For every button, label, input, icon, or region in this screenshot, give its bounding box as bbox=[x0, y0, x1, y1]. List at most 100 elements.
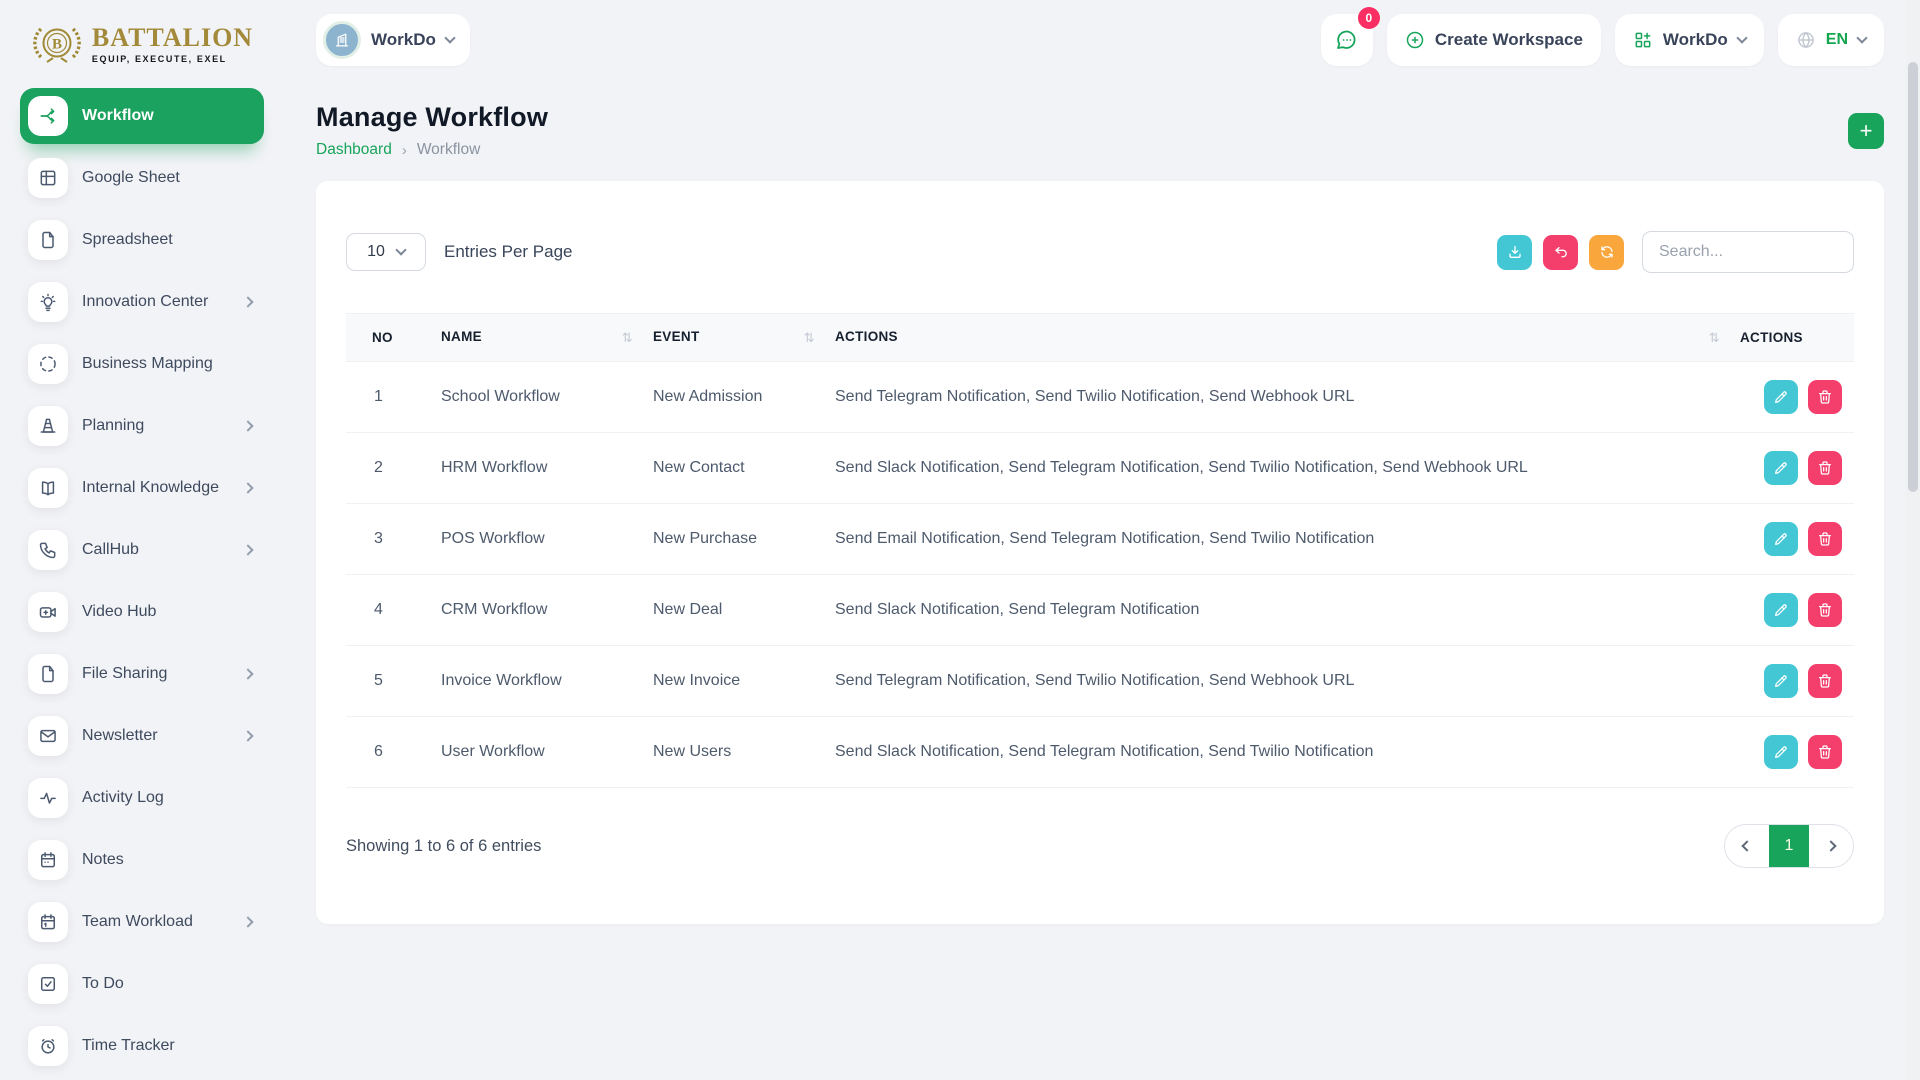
apps-menu-label: WorkDo bbox=[1663, 30, 1728, 50]
pencil-icon bbox=[1773, 744, 1789, 760]
cell-actions: Send Slack Notification, Send Telegram N… bbox=[825, 433, 1730, 504]
cell-event: New Admission bbox=[643, 362, 825, 433]
workspace-switcher[interactable]: WorkDo bbox=[316, 14, 470, 66]
scrollbar-thumb[interactable] bbox=[1908, 62, 1918, 492]
sidebar-item-team-workload[interactable]: Team Workload bbox=[20, 894, 264, 950]
pagination-next-button[interactable] bbox=[1809, 825, 1853, 867]
sidebar-item-notes[interactable]: Notes bbox=[20, 832, 264, 888]
workspace-name: WorkDo bbox=[371, 30, 436, 50]
entries-per-page-select[interactable]: 10 bbox=[346, 233, 426, 271]
cell-event: New Purchase bbox=[643, 504, 825, 575]
svg-text:B: B bbox=[52, 37, 62, 53]
column-header-event[interactable]: EVENT⇅ bbox=[643, 314, 825, 362]
table-icon bbox=[28, 158, 68, 198]
brand-tagline: EQUIP, EXECUTE, EXEL bbox=[92, 54, 253, 64]
reset-button[interactable] bbox=[1543, 235, 1578, 270]
delete-button[interactable] bbox=[1808, 593, 1842, 627]
sidebar-item-business-mapping[interactable]: Business Mapping bbox=[20, 336, 264, 392]
cell-event: New Deal bbox=[643, 575, 825, 646]
delete-button[interactable] bbox=[1808, 664, 1842, 698]
apps-menu-button[interactable]: WorkDo bbox=[1615, 14, 1764, 66]
cell-name: POS Workflow bbox=[431, 504, 643, 575]
sidebar-item-time-tracker[interactable]: Time Tracker bbox=[20, 1018, 264, 1074]
sidebar-item-label: File Sharing bbox=[82, 665, 167, 683]
edit-button[interactable] bbox=[1764, 593, 1798, 627]
delete-button[interactable] bbox=[1808, 735, 1842, 769]
table-row: 4 CRM Workflow New Deal Send Slack Notif… bbox=[346, 575, 1854, 646]
video-camera-icon bbox=[28, 592, 68, 632]
language-selector[interactable]: EN bbox=[1778, 14, 1884, 66]
sidebar-item-activity-log[interactable]: Activity Log bbox=[20, 770, 264, 826]
cell-actions: Send Telegram Notification, Send Twilio … bbox=[825, 646, 1730, 717]
sidebar-item-to-do[interactable]: To Do bbox=[20, 956, 264, 1012]
entries-summary: Showing 1 to 6 of 6 entries bbox=[346, 837, 541, 856]
sidebar-item-internal-knowledge[interactable]: Internal Knowledge bbox=[20, 460, 264, 516]
card-toolbar: 10 Entries Per Page bbox=[346, 231, 1854, 273]
table-row: 2 HRM Workflow New Contact Send Slack No… bbox=[346, 433, 1854, 504]
sort-icon[interactable]: ⇅ bbox=[804, 330, 815, 346]
edit-button[interactable] bbox=[1764, 380, 1798, 414]
create-workspace-label: Create Workspace bbox=[1435, 30, 1583, 50]
delete-button[interactable] bbox=[1808, 522, 1842, 556]
sidebar-item-file-sharing[interactable]: File Sharing bbox=[20, 646, 264, 702]
sidebar-item-google-sheet[interactable]: Google Sheet bbox=[20, 150, 264, 206]
table-header-row: NO NAME⇅ EVENT⇅ ACTIONS⇅ ACTIONS bbox=[346, 314, 1854, 362]
sidebar-item-spreadsheet[interactable]: Spreadsheet bbox=[20, 212, 264, 268]
edit-button[interactable] bbox=[1764, 735, 1798, 769]
trash-icon bbox=[1817, 460, 1833, 476]
undo-arrow-icon bbox=[1553, 244, 1569, 260]
entries-per-page-value: 10 bbox=[367, 243, 385, 261]
cell-name: CRM Workflow bbox=[431, 575, 643, 646]
edit-button[interactable] bbox=[1764, 522, 1798, 556]
search-input[interactable] bbox=[1642, 231, 1854, 273]
sidebar-item-planning[interactable]: Planning bbox=[20, 398, 264, 454]
download-icon bbox=[1507, 244, 1523, 260]
breadcrumb: Dashboard › Workflow bbox=[316, 141, 548, 159]
workflow-card: 10 Entries Per Page NO bbox=[316, 181, 1884, 924]
cell-no: 6 bbox=[346, 717, 431, 788]
sort-icon[interactable]: ⇅ bbox=[1709, 330, 1720, 346]
chevron-right-icon bbox=[242, 482, 253, 493]
cell-event: New Contact bbox=[643, 433, 825, 504]
messages-button[interactable]: 0 bbox=[1321, 14, 1373, 66]
breadcrumb-dashboard-link[interactable]: Dashboard bbox=[316, 141, 392, 159]
brand-logo: B BATTALION EQUIP, EXECUTE, EXEL bbox=[20, 14, 264, 88]
pencil-icon bbox=[1773, 673, 1789, 689]
pencil-icon bbox=[1773, 460, 1789, 476]
sidebar-item-callhub[interactable]: CallHub bbox=[20, 522, 264, 578]
chevron-right-icon bbox=[242, 730, 253, 741]
chevron-down-icon bbox=[444, 32, 455, 43]
sidebar-item-label: To Do bbox=[82, 975, 124, 993]
brand-name: BATTALION bbox=[92, 25, 253, 51]
add-workflow-button[interactable]: + bbox=[1848, 113, 1884, 149]
building-icon bbox=[332, 30, 352, 50]
cell-name: School Workflow bbox=[431, 362, 643, 433]
column-header-actions[interactable]: ACTIONS⇅ bbox=[825, 314, 1730, 362]
column-header-no: NO bbox=[346, 314, 431, 362]
export-button[interactable] bbox=[1497, 235, 1532, 270]
delete-button[interactable] bbox=[1808, 451, 1842, 485]
sidebar-item-label: Newsletter bbox=[82, 727, 158, 745]
refresh-button[interactable] bbox=[1589, 235, 1624, 270]
sidebar-item-label: Time Tracker bbox=[82, 1037, 175, 1055]
sidebar-item-workflow[interactable]: Workflow bbox=[20, 88, 264, 144]
delete-button[interactable] bbox=[1808, 380, 1842, 414]
edit-button[interactable] bbox=[1764, 451, 1798, 485]
pagination-page-1[interactable]: 1 bbox=[1769, 825, 1809, 867]
edit-button[interactable] bbox=[1764, 664, 1798, 698]
sidebar-item-innovation-center[interactable]: Innovation Center bbox=[20, 274, 264, 330]
workflow-split-icon bbox=[28, 96, 68, 136]
scrollbar-track[interactable] bbox=[1906, 0, 1920, 1080]
sort-icon[interactable]: ⇅ bbox=[622, 330, 633, 346]
refresh-icon bbox=[1599, 244, 1615, 260]
sidebar-item-video-hub[interactable]: Video Hub bbox=[20, 584, 264, 640]
pagination-prev-button[interactable] bbox=[1725, 825, 1769, 867]
plus-circle-icon bbox=[1405, 30, 1425, 50]
create-workspace-button[interactable]: Create Workspace bbox=[1387, 14, 1601, 66]
dashed-circle-icon bbox=[28, 344, 68, 384]
cell-no: 5 bbox=[346, 646, 431, 717]
sidebar-item-label: CallHub bbox=[82, 541, 139, 559]
sidebar-item-newsletter[interactable]: Newsletter bbox=[20, 708, 264, 764]
column-header-name[interactable]: NAME⇅ bbox=[431, 314, 643, 362]
sidebar-item-label: Innovation Center bbox=[82, 293, 208, 311]
